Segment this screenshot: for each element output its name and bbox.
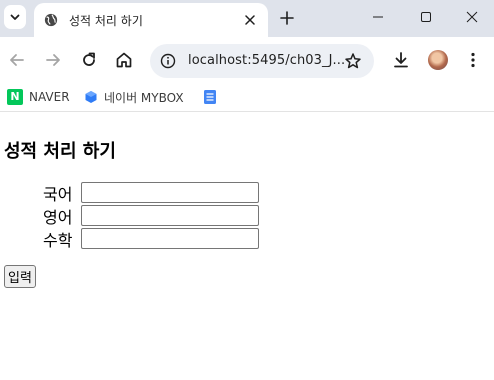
browser-toolbar: localhost:5495/ch03_J...: [0, 37, 494, 83]
forward-arrow-icon[interactable]: [43, 50, 63, 70]
field-label: 영어: [43, 207, 73, 227]
chevron-down-icon: [10, 14, 20, 20]
page-content: 성적 처리 하기 국어 영어 수학 입력: [0, 112, 494, 380]
download-icon[interactable]: [391, 50, 411, 70]
field-label: 국어: [43, 184, 73, 204]
maximize-icon[interactable]: [419, 10, 433, 24]
more-menu-icon[interactable]: [463, 50, 483, 70]
docs-icon: [204, 90, 216, 104]
new-tab-icon[interactable]: [278, 9, 296, 27]
submit-button[interactable]: 입력: [4, 265, 36, 288]
active-tab[interactable]: 성적 처리 하기: [34, 3, 268, 37]
mybox-icon: [85, 91, 97, 103]
profile-avatar[interactable]: [428, 50, 448, 70]
tab-strip: 성적 처리 하기: [0, 0, 494, 37]
globe-icon: [44, 13, 58, 27]
bookmark-label: NAVER: [29, 90, 70, 104]
math-score-input[interactable]: [81, 228, 259, 249]
page-title: 성적 처리 하기: [4, 141, 116, 162]
close-window-icon[interactable]: [465, 10, 479, 24]
bookmark-label: 네이버 MYBOX: [104, 90, 184, 105]
reload-icon[interactable]: [79, 50, 99, 70]
bookmark-docs[interactable]: [203, 89, 217, 105]
form-row-korean: 국어: [43, 182, 259, 204]
form-row-math: 수학: [43, 228, 259, 250]
home-icon[interactable]: [114, 50, 134, 70]
url-text[interactable]: localhost:5495/ch03_J...: [188, 53, 345, 68]
korean-score-input[interactable]: [81, 182, 259, 203]
site-info-icon[interactable]: [160, 53, 176, 69]
field-label: 수학: [43, 230, 73, 250]
bookmark-naver[interactable]: N NAVER: [7, 89, 70, 105]
form-row-english: 영어: [43, 205, 259, 227]
close-tab-icon[interactable]: [243, 13, 257, 27]
english-score-input[interactable]: [81, 205, 259, 226]
bookmarks-bar: N NAVER 네이버 MYBOX: [0, 83, 494, 112]
tab-title: 성적 처리 하기: [69, 13, 143, 28]
address-bar[interactable]: localhost:5495/ch03_J...: [150, 44, 374, 78]
naver-icon: N: [7, 89, 23, 105]
minimize-icon[interactable]: [371, 10, 385, 24]
bookmark-star-icon[interactable]: [344, 52, 362, 70]
tab-search-button[interactable]: [4, 5, 26, 29]
bookmark-mybox[interactable]: 네이버 MYBOX: [84, 89, 184, 105]
back-arrow-icon[interactable]: [7, 50, 27, 70]
